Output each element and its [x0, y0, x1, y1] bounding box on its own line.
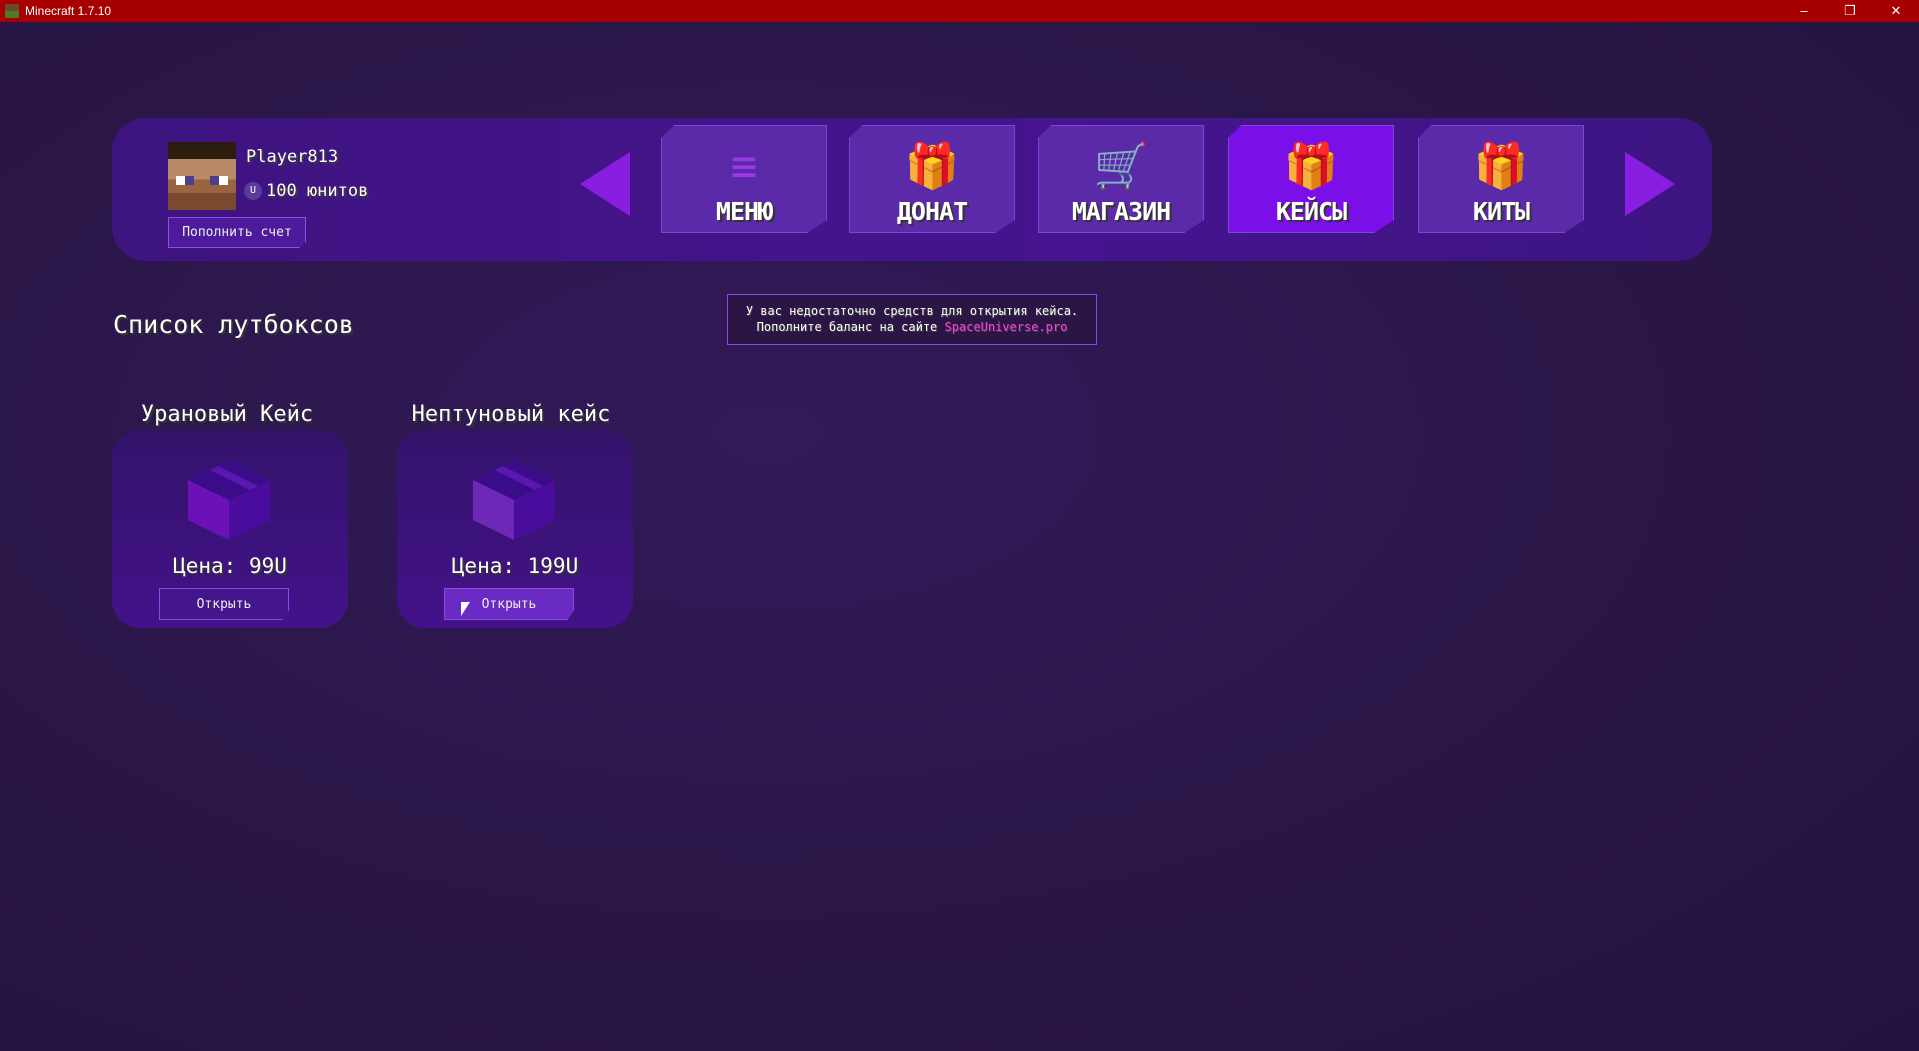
nav-next-arrow-icon[interactable] [1625, 152, 1675, 216]
case-card: Цена: 199U Открыть [397, 430, 633, 628]
case-title: Нептуновый кейс [411, 402, 611, 427]
restore-button[interactable]: ❐ [1827, 0, 1873, 22]
case-title: Урановый Кейс [140, 402, 314, 427]
case-card: Цена: 99U Открыть [112, 430, 348, 628]
gift-icon: 🎁 [904, 141, 960, 192]
tab-kits[interactable]: 🎁 КИТЫ [1418, 125, 1584, 233]
menu-icon: ≡ [730, 141, 758, 192]
balance: 100 юнитов [266, 181, 369, 201]
minecraft-icon [5, 4, 19, 18]
open-case-button[interactable]: Открыть [159, 588, 289, 620]
close-button[interactable]: ✕ [1873, 0, 1919, 22]
gift-icon: 🎁 [1473, 141, 1529, 192]
gift-icon: 🎁 [1283, 141, 1339, 192]
coin-icon: U [244, 182, 262, 200]
player-name: Player813 [246, 147, 339, 167]
notice-line2: Пополните баланс на сайте SpaceUniverse.… [756, 320, 1068, 334]
window-title: Minecraft 1.7.10 [25, 4, 112, 18]
notice-line1: У вас недостаточно средств для открытия … [745, 304, 1079, 318]
box-icon [473, 460, 555, 540]
tab-cases[interactable]: 🎁 КЕЙСЫ [1228, 125, 1394, 233]
mouse-cursor-icon [461, 602, 470, 616]
cart-icon: 🛒 [1093, 141, 1149, 192]
window-titlebar: Minecraft 1.7.10 – ❐ ✕ [0, 0, 1919, 22]
case-price: Цена: 199U [451, 554, 579, 578]
box-icon [188, 460, 270, 540]
avatar [168, 142, 236, 210]
tab-donate[interactable]: 🎁 ДОНАТ [849, 125, 1015, 233]
tab-shop[interactable]: 🛒 МАГАЗИН [1038, 125, 1204, 233]
insufficient-funds-tooltip: У вас недостаточно средств для открытия … [727, 294, 1097, 345]
minimize-button[interactable]: – [1781, 0, 1827, 22]
tab-menu[interactable]: ≡ МЕНЮ [661, 125, 827, 233]
site-link[interactable]: SpaceUniverse.pro [945, 320, 1068, 334]
page-title: Список лутбоксов [113, 310, 354, 339]
nav-prev-arrow-icon[interactable] [580, 152, 630, 216]
case-price: Цена: 99U [173, 554, 287, 578]
topup-button[interactable]: Пополнить счет [168, 217, 306, 248]
